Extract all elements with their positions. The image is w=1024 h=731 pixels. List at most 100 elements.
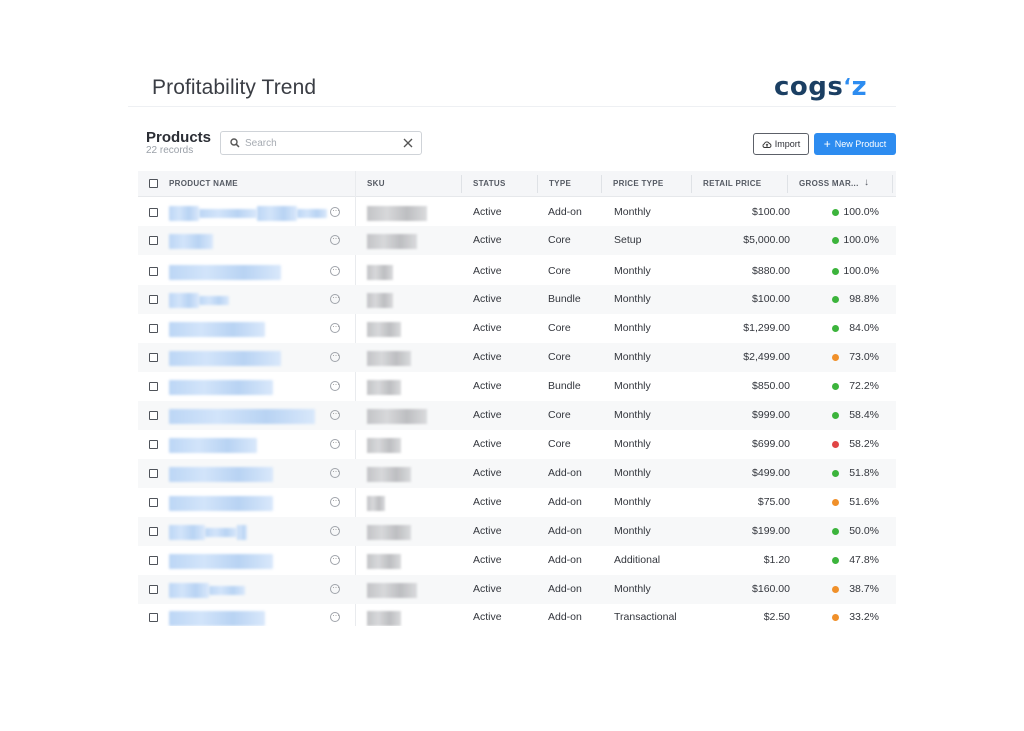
search-input[interactable]	[245, 135, 395, 151]
price-type-cell: Transactional	[614, 611, 677, 623]
table-row[interactable]: Active Add-on Transactional $2.50 33.2%	[138, 603, 896, 626]
price-type-cell: Setup	[614, 234, 642, 246]
more-options-icon[interactable]	[330, 523, 340, 536]
more-options-icon[interactable]	[330, 232, 340, 245]
price-type-cell: Monthly	[614, 438, 651, 450]
table-row[interactable]: Active Bundle Monthly $100.00 98.8%	[138, 285, 896, 314]
more-options-icon[interactable]	[330, 494, 340, 507]
status-cell: Active	[473, 554, 502, 566]
new-product-button[interactable]: + New Product	[814, 133, 896, 155]
page-title: Profitability Trend	[152, 76, 317, 99]
row-checkbox[interactable]	[149, 295, 158, 304]
table-row[interactable]: Active Core Monthly $1,299.00 84.0%	[138, 314, 896, 343]
type-cell: Bundle	[548, 293, 581, 305]
row-checkbox[interactable]	[149, 498, 158, 507]
redacted-sku	[367, 554, 401, 569]
column-divider	[691, 175, 692, 193]
status-cell: Active	[473, 611, 502, 623]
redacted-product-name	[297, 209, 327, 218]
col-price-type[interactable]: PRICE TYPE	[613, 179, 664, 188]
type-cell: Core	[548, 322, 571, 334]
redacted-sku	[367, 322, 401, 337]
redacted-product-name	[169, 322, 265, 337]
row-checkbox[interactable]	[149, 613, 158, 622]
search-box[interactable]	[220, 131, 422, 155]
redacted-product-name	[169, 583, 209, 598]
col-product-name[interactable]: PRODUCT NAME	[169, 179, 238, 188]
more-options-icon[interactable]	[330, 609, 340, 622]
row-checkbox[interactable]	[149, 556, 158, 565]
type-cell: Core	[548, 234, 571, 246]
price-type-cell: Monthly	[614, 409, 651, 421]
gross-margin-cell: 73.0%	[849, 351, 879, 363]
more-options-icon[interactable]	[330, 436, 340, 449]
price-type-cell: Monthly	[614, 351, 651, 363]
redacted-product-name	[205, 528, 237, 537]
col-status[interactable]: STATUS	[473, 179, 506, 188]
row-checkbox[interactable]	[149, 208, 158, 217]
table-row[interactable]: Active Add-on Monthly $75.00 51.6%	[138, 488, 896, 517]
redacted-product-name	[169, 293, 199, 308]
more-options-icon[interactable]	[330, 291, 340, 304]
row-checkbox[interactable]	[149, 469, 158, 478]
retail-price-cell: $199.00	[752, 525, 790, 537]
more-options-icon[interactable]	[330, 581, 340, 594]
plus-icon: +	[823, 136, 831, 151]
table-row[interactable]: Active Core Monthly $2,499.00 73.0%	[138, 343, 896, 372]
row-checkbox[interactable]	[149, 324, 158, 333]
price-type-cell: Additional	[614, 554, 661, 566]
sort-desc-icon[interactable]: ↓	[864, 177, 869, 188]
price-type-cell: Monthly	[614, 380, 651, 392]
more-options-icon[interactable]	[330, 320, 340, 333]
retail-price-cell: $880.00	[752, 265, 790, 277]
row-checkbox[interactable]	[149, 236, 158, 245]
table-row[interactable]: Active Core Monthly $999.00 58.4%	[138, 401, 896, 430]
row-checkbox[interactable]	[149, 527, 158, 536]
type-cell: Add-on	[548, 611, 582, 623]
redacted-sku	[367, 206, 427, 221]
row-checkbox[interactable]	[149, 411, 158, 420]
import-button[interactable]: Import	[753, 133, 809, 155]
table-row[interactable]: Active Add-on Monthly $199.00 50.0%	[138, 517, 896, 546]
row-checkbox[interactable]	[149, 267, 158, 276]
redacted-sku	[367, 525, 411, 540]
status-cell: Active	[473, 409, 502, 421]
more-options-icon[interactable]	[330, 407, 340, 420]
select-all-checkbox[interactable]	[149, 179, 158, 188]
logo-tick: ‘	[843, 74, 852, 98]
row-checkbox[interactable]	[149, 382, 158, 391]
retail-price-cell: $999.00	[752, 409, 790, 421]
row-checkbox[interactable]	[149, 440, 158, 449]
redacted-sku	[367, 467, 411, 482]
redacted-product-name	[209, 586, 245, 595]
table-row[interactable]: Active Core Monthly $699.00 58.2%	[138, 430, 896, 459]
more-options-icon[interactable]	[330, 204, 340, 217]
redacted-product-name	[169, 554, 273, 569]
type-cell: Add-on	[548, 496, 582, 508]
more-options-icon[interactable]	[330, 263, 340, 276]
table-row[interactable]: Active Add-on Additional $1.20 47.8%	[138, 546, 896, 575]
table-row[interactable]: Active Bundle Monthly $850.00 72.2%	[138, 372, 896, 401]
clear-search-icon[interactable]	[402, 137, 414, 149]
col-retail-price[interactable]: RETAIL PRICE	[703, 179, 761, 188]
table-row[interactable]: Active Add-on Monthly $100.00 100.0%	[138, 198, 896, 227]
col-sku[interactable]: SKU	[367, 179, 385, 188]
table-row[interactable]: Active Core Monthly $880.00 100.0%	[138, 257, 896, 286]
table-row[interactable]: Active Add-on Monthly $160.00 38.7%	[138, 575, 896, 604]
status-cell: Active	[473, 380, 502, 392]
row-checkbox[interactable]	[149, 585, 158, 594]
col-type[interactable]: TYPE	[549, 179, 571, 188]
search-icon	[230, 138, 240, 148]
more-options-icon[interactable]	[330, 378, 340, 391]
table-row[interactable]: Active Add-on Monthly $499.00 51.8%	[138, 459, 896, 488]
type-cell: Add-on	[548, 467, 582, 479]
table-row[interactable]: Active Core Setup $5,000.00 100.0%	[138, 226, 896, 255]
col-gross-margin[interactable]: GROSS MAR...	[799, 179, 859, 188]
row-checkbox[interactable]	[149, 353, 158, 362]
more-options-icon[interactable]	[330, 349, 340, 362]
status-cell: Active	[473, 583, 502, 595]
more-options-icon[interactable]	[330, 552, 340, 565]
column-divider	[601, 175, 602, 193]
retail-price-cell: $499.00	[752, 467, 790, 479]
more-options-icon[interactable]	[330, 465, 340, 478]
